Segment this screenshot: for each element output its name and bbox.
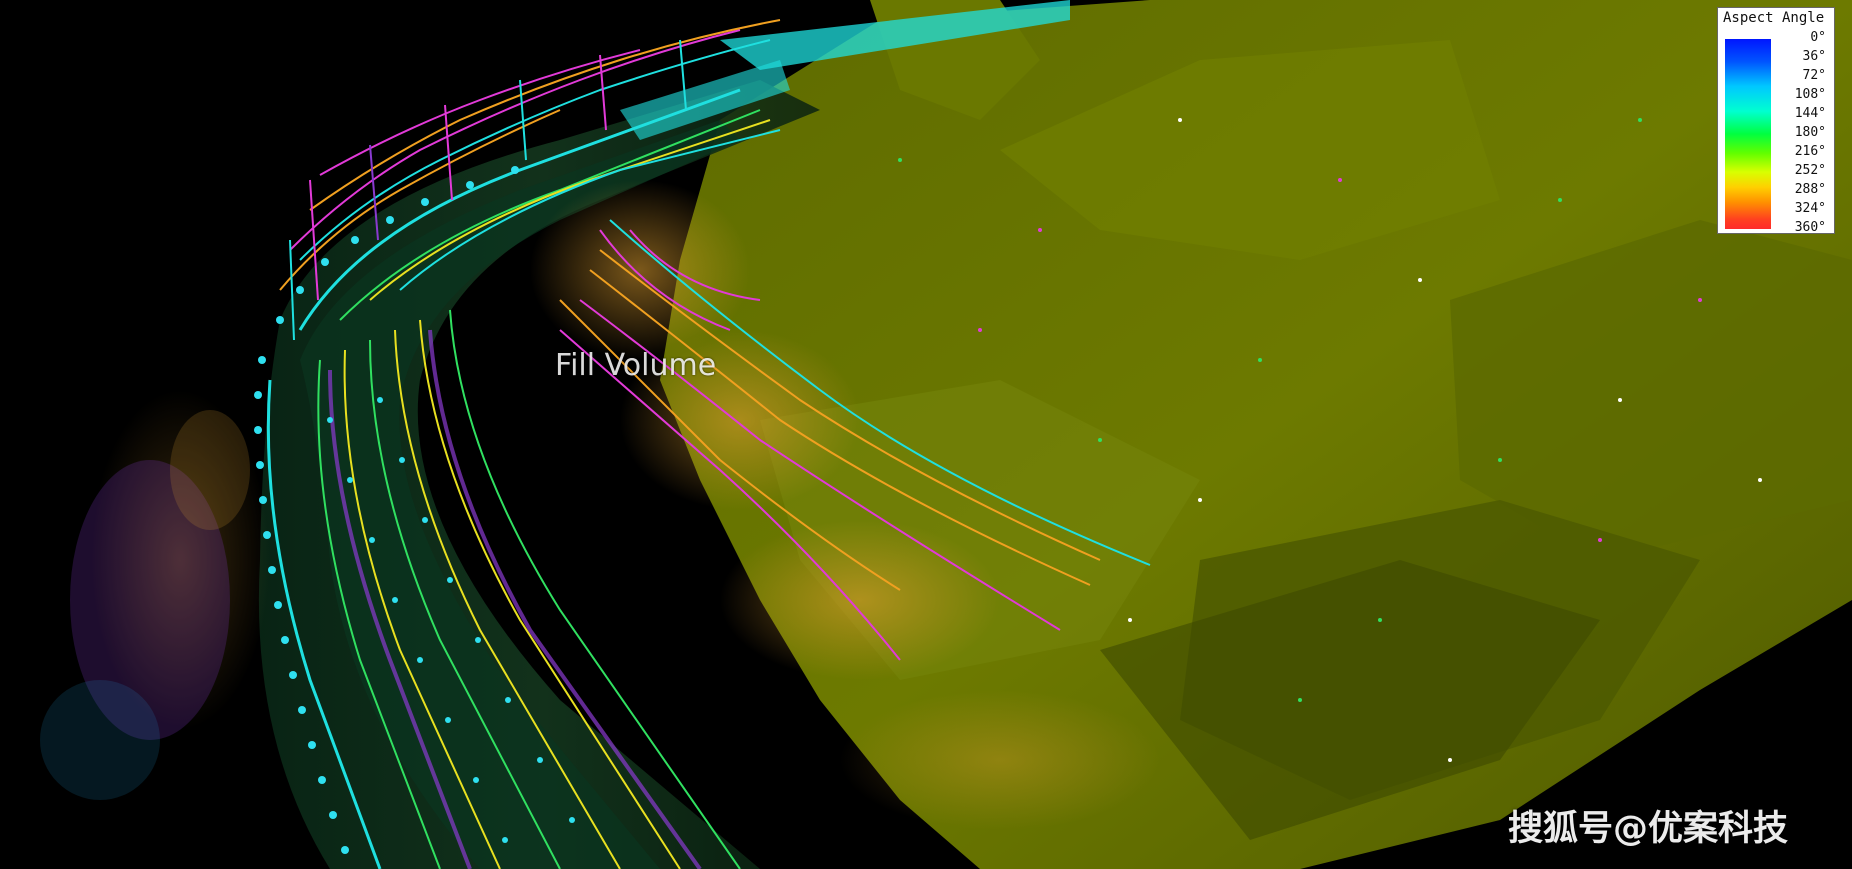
legend-tick: 252°	[1794, 163, 1826, 178]
legend-tick: 108°	[1794, 87, 1826, 102]
watermark: 搜狐号@优案科技	[1508, 809, 1789, 849]
legend-tick: 72°	[1802, 68, 1826, 83]
legend-tick: 180°	[1794, 125, 1826, 140]
legend-tick: 216°	[1794, 144, 1826, 159]
legend-ticks: 0° 36° 72° 108° 144° 180° 216° 252° 288°…	[1795, 28, 1826, 237]
fill-volume-label: Fill Volume	[555, 348, 717, 383]
lidar-3d-viewport[interactable]: Fill Volume Aspect Angle 0° 36° 72° 108°…	[0, 0, 1852, 869]
legend-color-ramp	[1725, 39, 1771, 229]
legend-title: Aspect Angle	[1723, 10, 1825, 26]
point-cloud-scene	[40, 0, 1852, 869]
legend-tick: 0°	[1810, 30, 1826, 45]
legend-tick: 360°	[1794, 220, 1826, 235]
legend-tick: 324°	[1794, 201, 1826, 216]
legend-tick: 288°	[1794, 182, 1826, 197]
legend-tick: 144°	[1794, 106, 1826, 121]
legend-tick: 36°	[1802, 49, 1826, 64]
left-scatter-points	[40, 410, 250, 800]
aspect-angle-legend: Aspect Angle 0° 36° 72° 108° 144° 180° 2…	[1717, 7, 1835, 237]
